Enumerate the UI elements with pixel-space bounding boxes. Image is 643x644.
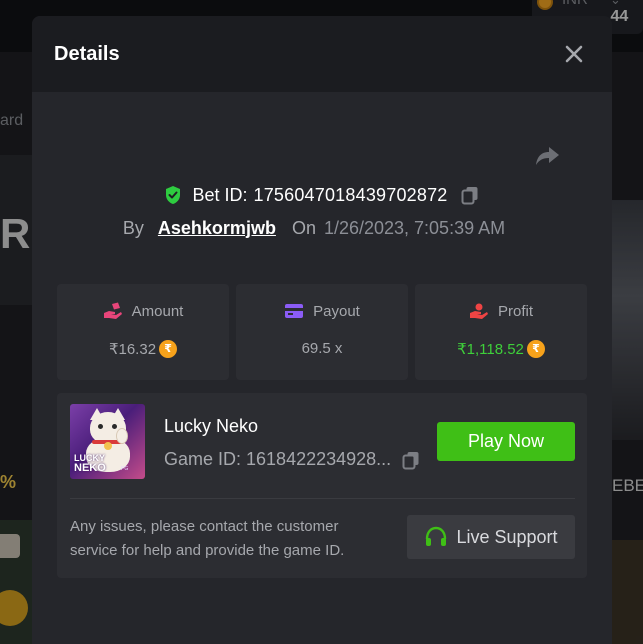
share-button[interactable] <box>533 142 561 170</box>
stat-profit-value: ₹1,118.52 <box>457 341 524 358</box>
copy-bet-id-icon[interactable] <box>460 185 480 205</box>
game-id-row: Game ID: 1618422234928... <box>164 449 421 470</box>
support-help-text: Any issues, please contact the customer … <box>70 518 345 559</box>
hand-coin-icon <box>103 302 123 320</box>
stat-amount-value: ₹16.32 <box>108 341 157 358</box>
cat-eye <box>112 424 117 429</box>
modal-header: Details <box>32 16 612 92</box>
close-icon <box>565 45 583 63</box>
cat-bell <box>104 442 112 450</box>
verified-shield-icon <box>164 185 182 205</box>
share-icon <box>536 147 559 165</box>
stat-payout-title: Payout <box>313 302 360 320</box>
cat-paw <box>116 428 128 444</box>
username-link[interactable]: Asehkormjwb <box>158 218 276 239</box>
bet-id-label: Bet ID: <box>192 184 248 205</box>
bet-id-value: 1756047018439702872 <box>253 184 448 205</box>
bet-owner-row: By Asehkormjwb On 1/26/2023, 7:05:39 AM <box>32 215 612 241</box>
copy-game-id-icon[interactable] <box>401 450 421 470</box>
card-icon <box>284 302 304 320</box>
profit-hand-icon <box>469 302 489 320</box>
game-thumbnail[interactable]: LUCKY NEKO PG <box>70 404 145 479</box>
game-name: Lucky Neko <box>164 416 259 436</box>
stat-payout-value: 69.5 x <box>301 340 343 357</box>
bet-stats: Amount ₹16.32 ₹ Payout 69.5 x Profit ₹1,… <box>57 284 587 380</box>
modal-title: Details <box>54 43 120 65</box>
divider <box>70 498 575 499</box>
details-modal: Details Bet ID: 1756047018439702872 By A… <box>32 16 612 644</box>
bet-id-row: Bet ID: 1756047018439702872 <box>32 182 612 208</box>
headset-icon <box>424 526 448 548</box>
game-id-text: Game ID: 1618422234928... <box>164 449 392 469</box>
play-now-button[interactable]: Play Now <box>437 422 575 461</box>
thumbnail-provider: PG <box>121 466 129 472</box>
live-support-button[interactable]: Live Support <box>407 515 575 559</box>
by-label: By <box>122 217 144 238</box>
rupee-coin-icon: ₹ <box>159 340 178 358</box>
bet-datetime: 1/26/2023, 7:05:39 AM <box>323 217 506 238</box>
rupee-coin-icon: ₹ <box>526 340 545 358</box>
stat-amount-title: Amount <box>131 302 184 320</box>
stat-card-profit: Profit ₹1,118.52 ₹ <box>415 284 587 380</box>
close-button[interactable] <box>560 40 588 68</box>
thumbnail-title-line2: NEKO <box>74 462 106 474</box>
stat-card-payout: Payout 69.5 x <box>236 284 408 380</box>
stat-profit-title: Profit <box>497 302 533 320</box>
game-card: LUCKY NEKO PG Lucky Neko Game ID: 161842… <box>57 393 587 578</box>
stat-card-amount: Amount ₹16.32 ₹ <box>57 284 229 380</box>
live-support-label: Live Support <box>456 526 558 547</box>
on-label: On <box>291 217 316 238</box>
cat-eye <box>98 424 103 429</box>
